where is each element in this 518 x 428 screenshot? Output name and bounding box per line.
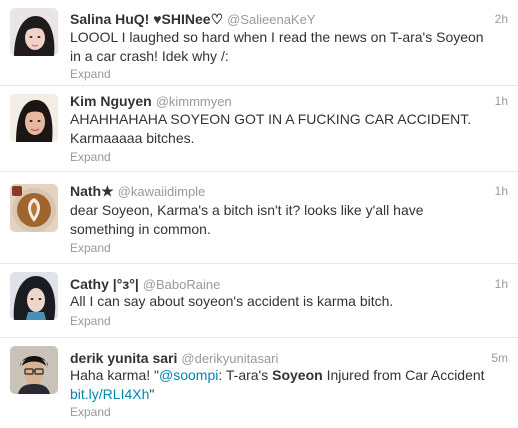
- mention-link[interactable]: @soompi: [159, 367, 218, 383]
- tweet-item[interactable]: Cathy |°з°| @BaboRaine 1h All I can say a…: [0, 264, 518, 338]
- url-link[interactable]: bit.ly/RLI4Xh: [70, 386, 149, 402]
- tweet-timestamp[interactable]: 1h: [495, 182, 508, 200]
- expand-link[interactable]: Expand: [70, 66, 111, 82]
- tweet-item[interactable]: derik yunita sari @derikyunitasari 5m Hah…: [0, 338, 518, 428]
- user-handle[interactable]: @kimmmyen: [156, 94, 232, 109]
- tweet-text: dear Soyeon, Karma's a bitch isn't it? l…: [70, 202, 424, 237]
- user-handle[interactable]: @kawaiidimple: [118, 184, 206, 199]
- tweet-text: LOOOL I laughed so hard when I read the …: [70, 29, 484, 64]
- user-avatar[interactable]: [10, 346, 58, 394]
- tweet-timestamp[interactable]: 1h: [495, 275, 508, 293]
- tweet-text-part: Haha karma! ": [70, 367, 160, 383]
- user-avatar[interactable]: [10, 8, 58, 56]
- user-fullname[interactable]: Salina HuQ! ♥SHINee♡: [70, 11, 223, 27]
- tweet-text: AHAHHAHAHA SOYEON GOT IN A FUCKING CAR A…: [70, 111, 472, 146]
- expand-link[interactable]: Expand: [70, 149, 111, 165]
- user-handle[interactable]: @BaboRaine: [143, 277, 221, 292]
- highlighted-term: Soyeon: [272, 367, 323, 383]
- user-fullname[interactable]: Cathy |°з°|: [70, 276, 139, 292]
- expand-link[interactable]: Expand: [70, 240, 111, 256]
- user-fullname[interactable]: derik yunita sari: [70, 350, 177, 366]
- tweet-header: Cathy |°з°| @BaboRaine: [70, 275, 220, 293]
- tweet-text-part: : T-ara's: [218, 367, 273, 383]
- tweet-header: Nath★ @kawaiidimple: [70, 182, 205, 200]
- tweet-text-part: ": [149, 386, 155, 402]
- user-handle[interactable]: @SalieenaKeY: [227, 12, 315, 27]
- tweet-timestamp[interactable]: 2h: [495, 10, 508, 28]
- tweet-text-part: Injured from Car Accident: [322, 367, 485, 383]
- tweet-timeline: Salina HuQ! ♥SHINee♡ @SalieenaKeY 2h LOOO…: [0, 0, 518, 428]
- user-fullname[interactable]: Kim Nguyen: [70, 93, 152, 109]
- tweet-timestamp[interactable]: 5m: [491, 349, 508, 367]
- tweet-text: All I can say about soyeon's accident is…: [70, 293, 394, 309]
- expand-link[interactable]: Expand: [70, 404, 111, 420]
- user-avatar[interactable]: [10, 94, 58, 142]
- tweet-item[interactable]: Salina HuQ! ♥SHINee♡ @SalieenaKeY 2h LOOO…: [0, 0, 518, 86]
- expand-link[interactable]: Expand: [70, 313, 111, 329]
- user-avatar[interactable]: [10, 184, 58, 232]
- user-fullname[interactable]: Nath★: [70, 183, 114, 199]
- tweet-header: Kim Nguyen @kimmmyen: [70, 92, 232, 110]
- user-avatar[interactable]: [10, 272, 58, 320]
- tweet-header: derik yunita sari @derikyunitasari: [70, 349, 278, 367]
- tweet-header: Salina HuQ! ♥SHINee♡ @SalieenaKeY: [70, 10, 316, 28]
- tweet-text: Haha karma! "@soompi: T-ara's Soyeon Inj…: [70, 366, 490, 404]
- tweet-item[interactable]: Kim Nguyen @kimmmyen 1h AHAHHAHAHA SOYEON…: [0, 86, 518, 172]
- tweet-item[interactable]: Nath★ @kawaiidimple 1h dear Soyeon, Karma…: [0, 172, 518, 264]
- tweet-timestamp[interactable]: 1h: [495, 92, 508, 110]
- user-handle[interactable]: @derikyunitasari: [181, 351, 278, 366]
